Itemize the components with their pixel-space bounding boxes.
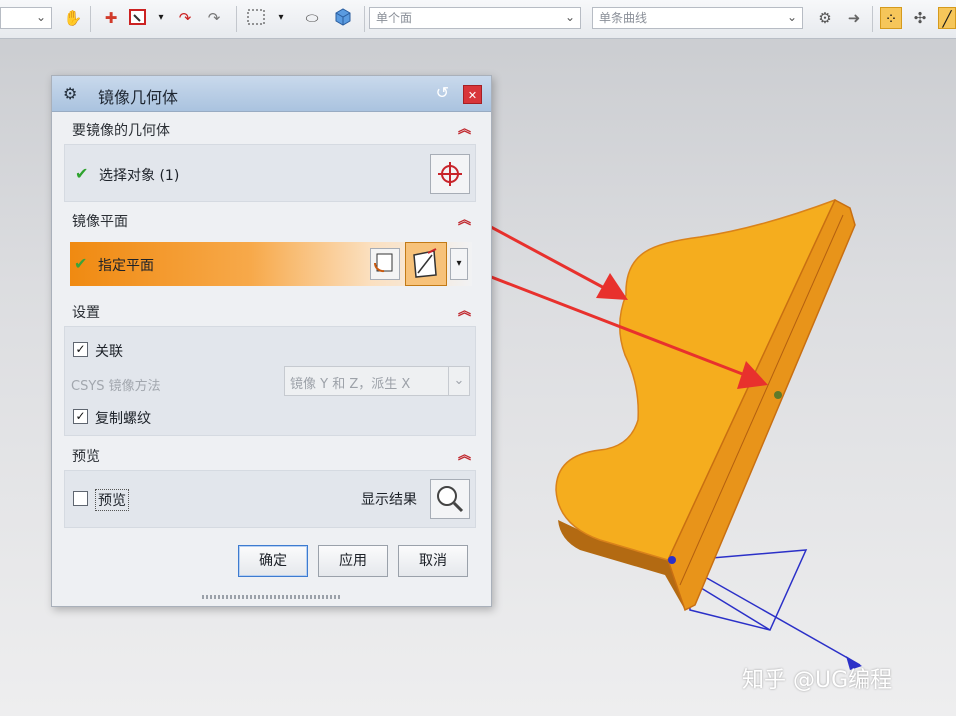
- face-filter-combo[interactable]: 单个面 ⌄: [369, 7, 581, 29]
- rotate-icon[interactable]: ↷: [174, 7, 196, 29]
- chevron-down-icon: ⌄: [786, 10, 797, 24]
- section-header-geometry[interactable]: 要镜像的几何体 ︽: [52, 115, 491, 143]
- dropdown-arrow-icon[interactable]: ▾: [150, 7, 172, 29]
- check-icon: ✔: [74, 254, 88, 273]
- snap-icon[interactable]: ✋: [62, 7, 84, 29]
- grid-snap-icon[interactable]: ⁘: [880, 7, 902, 29]
- collapse-icon[interactable]: ︽: [458, 118, 471, 137]
- associative-checkbox[interactable]: ✓: [73, 342, 88, 357]
- specify-plane-label: 指定平面: [98, 258, 154, 274]
- collapse-icon[interactable]: ︽: [458, 444, 471, 463]
- section-header-settings[interactable]: 设置 ︽: [52, 297, 491, 325]
- watermark: 知乎 @UG编程: [742, 668, 893, 693]
- section-label: 镜像平面: [72, 214, 128, 230]
- toolbar-separator: [872, 6, 873, 32]
- section-header-preview[interactable]: 预览 ︽: [52, 441, 491, 469]
- close-button[interactable]: ✕: [463, 85, 482, 104]
- plane-type-dropdown[interactable]: ▾: [450, 248, 468, 280]
- csys-method-select[interactable]: 镜像 Y 和 Z，派生 X ⌄: [284, 366, 470, 396]
- preview-label: 预览: [95, 489, 129, 511]
- check-icon: ✔: [75, 164, 89, 183]
- chevron-down-icon: ⌄: [564, 10, 575, 24]
- section-body-geometry: ✔ 选择对象 (1): [64, 144, 476, 202]
- toolbar-separator: [90, 6, 91, 32]
- section-header-plane[interactable]: 镜像平面 ︽: [52, 206, 491, 234]
- dialog-title-bar[interactable]: ⚙ 镜像几何体 ↺ ✕: [52, 76, 491, 112]
- select-object-button[interactable]: [430, 154, 470, 194]
- plane-dialog-icon: [373, 253, 393, 273]
- plane-icon: [413, 248, 437, 278]
- plane-dialog-button[interactable]: [370, 248, 400, 280]
- inferred-plane-button[interactable]: [405, 242, 447, 286]
- section-label: 设置: [72, 305, 100, 321]
- curve-filter-value: 单条曲线: [599, 11, 648, 25]
- curve-filter-combo[interactable]: 单条曲线 ⌄: [592, 7, 803, 29]
- settings-icon[interactable]: ⚙: [814, 7, 836, 29]
- dropdown-arrow-icon[interactable]: ▾: [270, 7, 292, 29]
- section-label: 要镜像的几何体: [72, 123, 170, 139]
- toolbar-separator: [364, 6, 365, 32]
- chevron-down-icon: ⌄: [448, 367, 469, 395]
- associative-label: 关联: [95, 344, 123, 360]
- gear-icon[interactable]: ⚙: [63, 84, 77, 103]
- box-select-icon[interactable]: [127, 7, 149, 29]
- select-object-label[interactable]: 选择对象 (1): [99, 165, 179, 185]
- collapse-icon[interactable]: ︽: [458, 209, 471, 228]
- line-snap-icon[interactable]: ╱: [938, 7, 956, 29]
- dialog-title: 镜像几何体: [98, 88, 179, 107]
- reset-icon[interactable]: ↺: [436, 83, 449, 102]
- arrow-right-icon[interactable]: ➜: [843, 7, 865, 29]
- resize-grip[interactable]: [202, 595, 342, 599]
- show-result-button[interactable]: [430, 479, 470, 519]
- mirror-geometry-dialog: ⚙ 镜像几何体 ↺ ✕ 要镜像的几何体 ︽ ✔ 选择对象 (1) 镜像平面 ︽ …: [51, 75, 492, 607]
- select-icon[interactable]: ✚: [100, 7, 122, 29]
- csys-method-value: 镜像 Y 和 Z，派生 X: [290, 377, 411, 392]
- magnifier-icon: [437, 486, 464, 513]
- copy-threads-checkbox[interactable]: ✓: [73, 409, 88, 424]
- rect-select-icon[interactable]: [245, 7, 267, 29]
- copy-threads-label: 复制螺纹: [95, 411, 151, 427]
- chevron-down-icon: ⌄: [35, 10, 46, 24]
- face-filter-value: 单个面: [376, 11, 413, 25]
- collapse-icon[interactable]: ︽: [458, 300, 471, 319]
- plane-handle-icon: [774, 391, 782, 399]
- undo-rotate-icon[interactable]: ↷: [203, 7, 225, 29]
- preview-checkbox[interactable]: [73, 491, 88, 506]
- cancel-button[interactable]: 取消: [398, 545, 468, 577]
- point-snap-icon[interactable]: ✣: [909, 7, 931, 29]
- toolbar-separator: [236, 6, 237, 32]
- ok-button[interactable]: 确定: [238, 545, 308, 577]
- cube-icon[interactable]: [332, 7, 354, 29]
- show-result-label: 显示结果: [361, 492, 417, 508]
- top-toolbar: ⌄ ✋ ✚ ▾ ↷ ↷ ▾ ⬭ 单个面 ⌄ 单条曲线 ⌄ ⚙ ➜ ⁘ ✣ ╱: [0, 0, 956, 39]
- section-body-preview: 预览 显示结果: [64, 470, 476, 528]
- specify-plane-row[interactable]: ✔ 指定平面 ▾: [70, 242, 472, 286]
- chevron-down-icon: ▾: [456, 258, 462, 269]
- eraser-icon[interactable]: ⬭: [301, 7, 323, 29]
- csys-origin-icon: [668, 556, 676, 564]
- crosshair-icon: [438, 162, 462, 186]
- section-label: 预览: [72, 449, 100, 465]
- type-filter-combo[interactable]: ⌄: [0, 7, 52, 29]
- csys-method-label: CSYS 镜像方法: [71, 379, 161, 394]
- apply-button[interactable]: 应用: [318, 545, 388, 577]
